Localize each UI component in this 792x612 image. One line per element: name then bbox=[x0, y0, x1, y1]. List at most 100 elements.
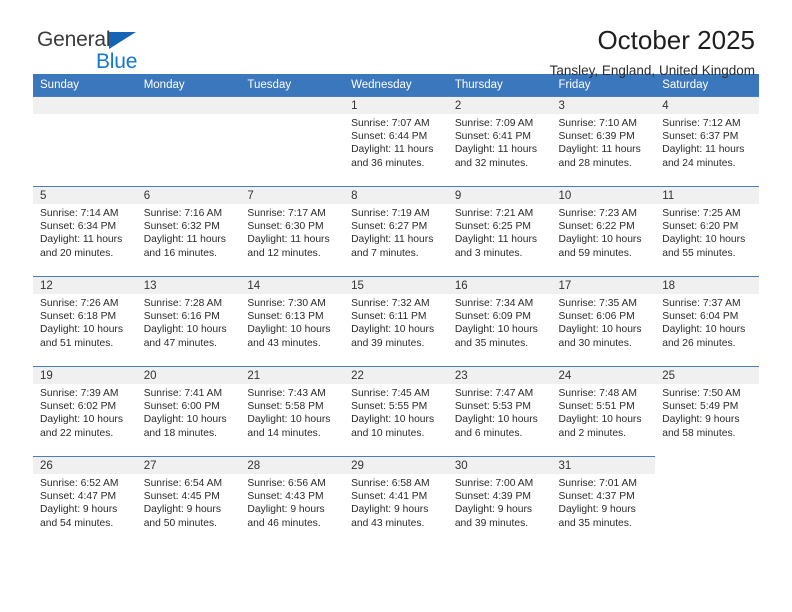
general-blue-logo[interactable]: General Blue bbox=[37, 29, 257, 72]
calendar-day-cell[interactable]: 1 Sunrise: 7:07 AM Sunset: 6:44 PM Daylight… bbox=[344, 96, 448, 186]
daylight-duration-line2: and 18 minutes. bbox=[143, 427, 217, 439]
sunrise-time: Sunrise: 7:26 AM bbox=[40, 298, 119, 309]
sunrise-time: Sunrise: 7:17 AM bbox=[247, 208, 326, 219]
daylight-duration-line2: and 47 minutes. bbox=[143, 337, 217, 349]
sunset-time: Sunset: 6:41 PM bbox=[454, 131, 531, 143]
daylight-duration-line1: Daylight: 11 hours bbox=[454, 144, 538, 156]
daylight-duration-line2: and 39 minutes. bbox=[351, 337, 425, 349]
calendar-day-cell[interactable]: 31 Sunrise: 7:01 AM Sunset: 4:37 PM Dayligh… bbox=[551, 456, 656, 546]
calendar-cell-inner: 18 Sunrise: 7:37 AM Sunset: 6:04 PM Dayligh… bbox=[655, 276, 759, 366]
day-number: 22 bbox=[344, 367, 448, 384]
calendar-cell-inner: 11 Sunrise: 7:25 AM Sunset: 6:20 PM Dayligh… bbox=[655, 186, 759, 276]
calendar-day-cell[interactable]: 9 Sunrise: 7:21 AM Sunset: 6:25 PM Daylight… bbox=[447, 186, 552, 276]
sunset-time: Sunset: 4:41 PM bbox=[351, 491, 428, 503]
calendar-day-cell[interactable]: 11 Sunrise: 7:25 AM Sunset: 6:20 PM Dayligh… bbox=[655, 186, 759, 276]
daylight-duration-line2: and 36 minutes. bbox=[351, 157, 425, 169]
sunrise-time: Sunrise: 7:16 AM bbox=[143, 208, 223, 219]
calendar-day-cell[interactable]: 21 Sunrise: 7:43 AM Sunset: 5:58 PM Dayligh… bbox=[240, 366, 345, 456]
day-details: Sunrise: 7:37 AM Sunset: 6:04 PM Daylight:… bbox=[655, 294, 759, 350]
daylight-duration-line1: Daylight: 9 hours bbox=[40, 504, 118, 516]
calendar-day-cell[interactable]: 24 Sunrise: 7:48 AM Sunset: 5:51 PM Dayligh… bbox=[551, 366, 656, 456]
weekday-header-thursday: Thursday bbox=[447, 74, 552, 96]
calendar-day-cell[interactable]: 23 Sunrise: 7:47 AM Sunset: 5:53 PM Dayligh… bbox=[447, 366, 552, 456]
sunrise-time: Sunrise: 7:28 AM bbox=[143, 298, 223, 309]
daylight-duration-line2: and 20 minutes. bbox=[40, 247, 114, 259]
sunset-time: Sunset: 5:58 PM bbox=[247, 401, 324, 413]
calendar-cell-inner: 21 Sunrise: 7:43 AM Sunset: 5:58 PM Dayligh… bbox=[240, 366, 345, 456]
calendar-day-cell[interactable]: 10 Sunrise: 7:23 AM Sunset: 6:22 PM Dayligh… bbox=[551, 186, 656, 276]
day-details: Sunrise: 7:45 AM Sunset: 5:55 PM Daylight:… bbox=[344, 384, 448, 440]
sunrise-time: Sunrise: 7:37 AM bbox=[662, 298, 741, 309]
sunset-time: Sunset: 6:13 PM bbox=[247, 311, 324, 323]
daylight-duration-line1: Daylight: 11 hours bbox=[662, 144, 745, 156]
day-details: Sunrise: 7:17 AM Sunset: 6:30 PM Daylight:… bbox=[240, 204, 344, 260]
calendar-cell-inner: 15 Sunrise: 7:32 AM Sunset: 6:11 PM Dayligh… bbox=[344, 276, 448, 366]
day-number: 2 bbox=[447, 97, 552, 114]
calendar-day-cell[interactable]: 15 Sunrise: 7:32 AM Sunset: 6:11 PM Dayligh… bbox=[344, 276, 448, 366]
calendar-day-cell[interactable]: 17 Sunrise: 7:35 AM Sunset: 6:06 PM Dayligh… bbox=[551, 276, 656, 366]
day-number: 13 bbox=[136, 277, 241, 294]
calendar-week-row: 12 Sunrise: 7:26 AM Sunset: 6:18 PM Dayligh… bbox=[33, 276, 759, 366]
calendar-day-cell[interactable]: 27 Sunrise: 6:54 AM Sunset: 4:45 PM Dayligh… bbox=[136, 456, 241, 546]
calendar-week-row: 26 Sunrise: 6:52 AM Sunset: 4:47 PM Dayligh… bbox=[33, 456, 759, 546]
calendar-day-cell[interactable]: 7 Sunrise: 7:17 AM Sunset: 6:30 PM Daylight… bbox=[240, 186, 345, 276]
sunset-time: Sunset: 6:04 PM bbox=[662, 311, 739, 323]
calendar-cell-inner: 8 Sunrise: 7:19 AM Sunset: 6:27 PM Daylight… bbox=[344, 186, 448, 276]
sunset-time: Sunset: 5:51 PM bbox=[558, 401, 635, 413]
day-number: 21 bbox=[240, 367, 345, 384]
calendar-day-cell[interactable]: 13 Sunrise: 7:28 AM Sunset: 6:16 PM Dayligh… bbox=[136, 276, 241, 366]
daylight-duration-line1: Daylight: 10 hours bbox=[558, 234, 642, 246]
sunrise-time: Sunrise: 6:52 AM bbox=[40, 478, 119, 489]
day-details: Sunrise: 7:23 AM Sunset: 6:22 PM Daylight:… bbox=[552, 204, 656, 260]
daylight-duration-line2: and 14 minutes. bbox=[247, 427, 321, 439]
daylight-duration-line2: and 30 minutes. bbox=[558, 337, 632, 349]
weekday-header-wednesday: Wednesday bbox=[344, 74, 448, 96]
daylight-duration-line1: Daylight: 11 hours bbox=[558, 144, 641, 156]
calendar-cell-inner: 19 Sunrise: 7:39 AM Sunset: 6:02 PM Dayligh… bbox=[33, 366, 137, 456]
calendar-day-cell[interactable]: 29 Sunrise: 6:58 AM Sunset: 4:41 PM Dayligh… bbox=[344, 456, 448, 546]
day-details: Sunrise: 7:47 AM Sunset: 5:53 PM Daylight:… bbox=[448, 384, 552, 440]
sunset-time: Sunset: 6:18 PM bbox=[40, 311, 117, 323]
sunrise-time: Sunrise: 6:58 AM bbox=[351, 478, 430, 489]
calendar-day-cell[interactable]: 28 Sunrise: 6:56 AM Sunset: 4:43 PM Dayligh… bbox=[240, 456, 345, 546]
sunset-time: Sunset: 6:34 PM bbox=[40, 221, 117, 233]
calendar-cell-blank bbox=[655, 456, 759, 546]
sunrise-sunset-calendar: Sunday Monday Tuesday Wednesday Thursday… bbox=[33, 74, 759, 546]
sunset-time: Sunset: 4:45 PM bbox=[143, 491, 220, 503]
calendar-day-cell[interactable]: 6 Sunrise: 7:16 AM Sunset: 6:32 PM Daylight… bbox=[136, 186, 241, 276]
calendar-day-cell[interactable]: 2 Sunrise: 7:09 AM Sunset: 6:41 PM Daylight… bbox=[447, 96, 552, 186]
day-number: 25 bbox=[655, 367, 759, 384]
calendar-day-cell[interactable]: 16 Sunrise: 7:34 AM Sunset: 6:09 PM Dayligh… bbox=[447, 276, 552, 366]
day-number: 5 bbox=[33, 187, 137, 204]
daylight-duration-line1: Daylight: 9 hours bbox=[247, 504, 325, 516]
calendar-day-cell[interactable]: 12 Sunrise: 7:26 AM Sunset: 6:18 PM Dayligh… bbox=[33, 276, 137, 366]
calendar-cell-inner: 6 Sunrise: 7:16 AM Sunset: 6:32 PM Daylight… bbox=[136, 186, 241, 276]
calendar-day-cell[interactable]: 19 Sunrise: 7:39 AM Sunset: 6:02 PM Dayligh… bbox=[33, 366, 137, 456]
sunset-time: Sunset: 6:39 PM bbox=[558, 131, 635, 143]
calendar-day-cell[interactable]: 18 Sunrise: 7:37 AM Sunset: 6:04 PM Dayligh… bbox=[655, 276, 759, 366]
calendar-day-cell[interactable]: 22 Sunrise: 7:45 AM Sunset: 5:55 PM Dayligh… bbox=[344, 366, 448, 456]
day-number: 17 bbox=[551, 277, 656, 294]
daylight-duration-line2: and 35 minutes. bbox=[454, 337, 529, 349]
calendar-day-cell[interactable]: 25 Sunrise: 7:50 AM Sunset: 5:49 PM Dayligh… bbox=[655, 366, 759, 456]
day-number: 23 bbox=[447, 367, 552, 384]
day-details: Sunrise: 6:54 AM Sunset: 4:45 PM Daylight:… bbox=[137, 474, 241, 530]
day-number: 14 bbox=[240, 277, 345, 294]
sunrise-time: Sunrise: 6:54 AM bbox=[143, 478, 223, 489]
calendar-day-cell[interactable]: 3 Sunrise: 7:10 AM Sunset: 6:39 PM Daylight… bbox=[551, 96, 656, 186]
calendar-day-cell[interactable]: 30 Sunrise: 7:00 AM Sunset: 4:39 PM Dayligh… bbox=[447, 456, 552, 546]
calendar-cell-inner: 29 Sunrise: 6:58 AM Sunset: 4:41 PM Dayligh… bbox=[344, 456, 448, 546]
calendar-day-cell[interactable]: 20 Sunrise: 7:41 AM Sunset: 6:00 PM Dayligh… bbox=[136, 366, 241, 456]
calendar-cell-inner bbox=[33, 96, 137, 186]
calendar-day-cell[interactable]: 8 Sunrise: 7:19 AM Sunset: 6:27 PM Daylight… bbox=[344, 186, 448, 276]
daylight-duration-line2: and 50 minutes. bbox=[143, 517, 217, 529]
calendar-day-cell[interactable]: 5 Sunrise: 7:14 AM Sunset: 6:34 PM Daylight… bbox=[33, 186, 137, 276]
calendar-cell-inner: 4 Sunrise: 7:12 AM Sunset: 6:37 PM Daylight… bbox=[655, 96, 759, 186]
daylight-duration-line2: and 54 minutes. bbox=[40, 517, 114, 529]
day-details: Sunrise: 7:28 AM Sunset: 6:16 PM Daylight:… bbox=[137, 294, 241, 350]
calendar-day-cell[interactable]: 14 Sunrise: 7:30 AM Sunset: 6:13 PM Dayligh… bbox=[240, 276, 345, 366]
sunset-time: Sunset: 6:09 PM bbox=[454, 311, 531, 323]
calendar-day-cell[interactable]: 4 Sunrise: 7:12 AM Sunset: 6:37 PM Daylight… bbox=[655, 96, 759, 186]
sunrise-time: Sunrise: 7:39 AM bbox=[40, 388, 119, 399]
calendar-day-cell[interactable]: 26 Sunrise: 6:52 AM Sunset: 4:47 PM Dayligh… bbox=[33, 456, 137, 546]
